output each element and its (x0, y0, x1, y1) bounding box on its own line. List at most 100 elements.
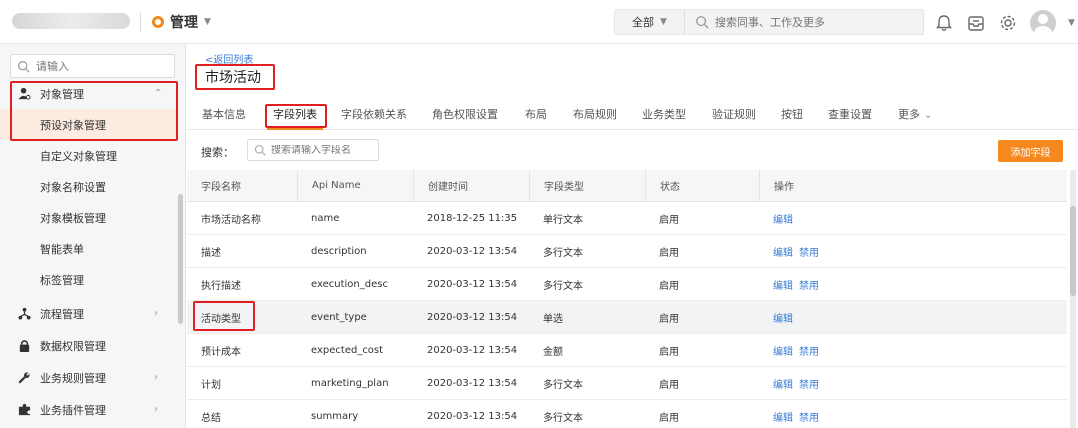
column-header: 创建时间 (413, 170, 468, 201)
created-time-cell: 2020-03-12 13:54 (427, 311, 518, 323)
disable-link[interactable]: 禁用 (799, 409, 819, 424)
table-row: 预计成本 expected_cost 2020-03-12 13:54 金额 启… (187, 334, 1067, 367)
sidebar-item-business-rules[interactable]: 业务规则管理 › (0, 362, 178, 393)
disable-link[interactable]: 禁用 (799, 277, 819, 292)
tab-layout-rules[interactable]: 布局规则 (573, 106, 617, 122)
global-search-input[interactable] (715, 15, 915, 29)
edit-link[interactable]: 编辑 (773, 211, 793, 226)
sidebar-item-label: 数据权限管理 (40, 339, 106, 353)
edit-link[interactable]: 编辑 (773, 277, 793, 292)
column-header: 字段名称 (201, 182, 241, 193)
chevron-right-icon: › (154, 308, 158, 319)
tab-bar: 基本信息 字段列表 字段依赖关系 角色权限设置 布局 布局规则 业务类型 验证规… (187, 98, 1078, 130)
wrench-icon (18, 372, 30, 384)
field-name-cell: 描述 (201, 247, 221, 259)
sidebar-item-custom-objects[interactable]: 自定义对象管理 (0, 140, 178, 171)
tab-field-dependency[interactable]: 字段依赖关系 (341, 106, 407, 122)
created-time-cell: 2018-12-25 11:35 (427, 212, 518, 224)
status-cell: 启用 (659, 247, 679, 259)
api-name-cell: description (311, 245, 367, 257)
sidebar-item-object-name-settings[interactable]: 对象名称设置 (0, 171, 178, 202)
sidebar-search-input[interactable] (36, 59, 166, 73)
header-divider (140, 12, 141, 32)
tab-more[interactable]: 更多 ⌄ (898, 106, 933, 122)
api-name-cell: execution_desc (311, 278, 388, 290)
app-switcher[interactable]: 管理 ▼ (152, 11, 211, 33)
operations-cell: 编辑 (759, 301, 799, 333)
operations-cell: 编辑 禁用 (759, 235, 825, 267)
api-name-cell: expected_cost (311, 344, 384, 356)
sidebar-item-label: 对象名称设置 (40, 180, 106, 194)
sidebar-item-data-permission[interactable]: 数据权限管理 (0, 330, 178, 361)
table-row: 执行描述 execution_desc 2020-03-12 13:54 多行文… (187, 268, 1067, 301)
tab-buttons[interactable]: 按钮 (781, 106, 803, 122)
add-field-button[interactable]: 添加字段 (998, 140, 1063, 162)
edit-link[interactable]: 编辑 (773, 376, 793, 391)
back-to-list-link[interactable]: <返回列表 (205, 51, 253, 66)
sidebar-item-label: 业务插件管理 (40, 403, 106, 417)
tab-basic-info[interactable]: 基本信息 (202, 106, 246, 122)
filter-label: 搜索： (201, 146, 234, 159)
field-type-cell: 单行文本 (543, 214, 583, 226)
chevron-down-icon: ⌄ (923, 108, 933, 121)
sidebar-item-label: 预设对象管理 (40, 118, 106, 132)
flow-icon (18, 307, 31, 320)
sidebar-item-label: 对象模板管理 (40, 211, 106, 225)
sidebar-scrollbar[interactable] (178, 194, 183, 324)
disable-link[interactable]: 禁用 (799, 244, 819, 259)
user-avatar[interactable] (1030, 10, 1056, 36)
sidebar-item-object-management[interactable]: 对象管理 ⌃ (0, 78, 178, 109)
tab-validation-rules[interactable]: 验证规则 (712, 106, 756, 122)
tab-field-list[interactable]: 字段列表 (273, 106, 317, 122)
search-icon (696, 16, 709, 29)
sidebar-item-smart-forms[interactable]: 智能表单 (0, 233, 178, 264)
created-time-cell: 2020-03-12 13:54 (427, 377, 518, 389)
status-cell: 启用 (659, 379, 679, 391)
sidebar: 对象管理 ⌃ 预设对象管理 自定义对象管理 对象名称设置 对象模板管理 智能表单… (0, 44, 186, 428)
sidebar-search (10, 54, 175, 78)
sidebar-item-label: 对象管理 (40, 87, 84, 101)
puzzle-icon (18, 403, 31, 416)
tab-layout[interactable]: 布局 (525, 106, 547, 122)
company-logo[interactable] (12, 13, 130, 29)
disable-link[interactable]: 禁用 (799, 343, 819, 358)
column-header: Api Name (297, 170, 361, 201)
search-icon (18, 60, 30, 73)
edit-link[interactable]: 编辑 (773, 409, 793, 424)
global-search: 全部 ▼ (614, 9, 924, 35)
settings-gear-icon[interactable] (998, 13, 1018, 33)
api-name-cell: event_type (311, 311, 367, 323)
table-scrollbar-thumb[interactable] (1070, 206, 1076, 296)
field-search (247, 139, 379, 161)
column-header: 状态 (645, 170, 680, 201)
operations-cell: 编辑 禁用 (759, 400, 825, 428)
tab-role-permissions[interactable]: 角色权限设置 (432, 106, 498, 122)
tab-dedup-settings[interactable]: 查重设置 (828, 106, 872, 122)
app-gear-icon (152, 16, 164, 28)
sidebar-item-tag-management[interactable]: 标签管理 (0, 264, 178, 295)
field-name-cell: 执行描述 (201, 280, 241, 292)
sidebar-item-preset-objects[interactable]: 预设对象管理 (0, 109, 178, 140)
field-type-cell: 多行文本 (543, 280, 583, 292)
edit-link[interactable]: 编辑 (773, 343, 793, 358)
table-row: 描述 description 2020-03-12 13:54 多行文本 启用 … (187, 235, 1067, 268)
search-icon (254, 144, 266, 156)
edit-link[interactable]: 编辑 (773, 310, 793, 325)
inbox-icon[interactable] (966, 13, 986, 33)
status-cell: 启用 (659, 214, 679, 226)
sidebar-item-business-plugins[interactable]: 业务插件管理 › (0, 394, 178, 425)
tab-business-types[interactable]: 业务类型 (642, 106, 686, 122)
lock-icon (19, 340, 30, 352)
table-scrollbar[interactable] (1070, 170, 1076, 428)
search-scope-dropdown[interactable]: 全部 ▼ (615, 10, 685, 34)
bell-icon[interactable] (934, 13, 954, 33)
operations-cell: 编辑 禁用 (759, 268, 825, 300)
edit-link[interactable]: 编辑 (773, 244, 793, 259)
sidebar-item-label: 流程管理 (40, 307, 84, 321)
field-search-input[interactable] (271, 144, 376, 156)
chevron-up-icon: ⌃ (154, 88, 163, 99)
disable-link[interactable]: 禁用 (799, 376, 819, 391)
caret-down-icon[interactable]: ▼ (1068, 18, 1075, 28)
sidebar-item-process-management[interactable]: 流程管理 › (0, 298, 178, 329)
sidebar-item-object-templates[interactable]: 对象模板管理 (0, 202, 178, 233)
